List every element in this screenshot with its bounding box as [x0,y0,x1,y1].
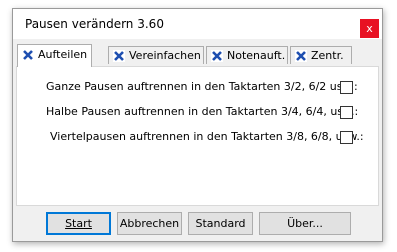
tab-label: Aufteilen [38,48,88,61]
option-label-ganze-pausen: Ganze Pausen auftrennen in den Taktarten… [46,80,358,93]
cancel-button[interactable]: Abbrechen [117,212,182,235]
title-bar: Pausen verändern 3.60 x [13,9,382,39]
window-title: Pausen verändern 3.60 [25,17,164,31]
tab-label: Notenauft. [227,49,286,62]
checkbox-halbe-pausen[interactable] [340,106,353,119]
option-label-viertelpausen: Viertelpausen auftrennen in den Taktarte… [50,130,364,143]
x-icon [211,50,223,62]
dialog-window: Pausen verändern 3.60 x Aufteilen Verein… [12,8,383,242]
tab-panel-aufteilen: Ganze Pausen auftrennen in den Taktarten… [16,66,379,206]
start-button-label: Start [65,217,92,230]
tab-label: Vereinfachen [129,49,201,62]
start-button[interactable]: Start [46,212,111,235]
x-icon [113,50,125,62]
checkbox-ganze-pausen[interactable] [340,81,353,94]
tab-zentr[interactable]: Zentr. [290,46,352,64]
option-label-halbe-pausen: Halbe Pausen auftrennen in den Taktarten… [46,105,359,118]
checkbox-viertelpausen[interactable] [340,131,353,144]
tab-label: Zentr. [311,49,344,62]
tab-notenauft[interactable]: Notenauft. [206,46,288,64]
x-icon [22,49,34,61]
tab-bar: Aufteilen Vereinfachen Notenauft. Zentr. [13,39,382,67]
about-button[interactable]: Über... [259,212,351,235]
close-button[interactable]: x [360,19,379,38]
tab-aufteilen[interactable]: Aufteilen [17,44,92,67]
tab-vereinfachen[interactable]: Vereinfachen [108,46,204,64]
x-icon [295,50,307,62]
standard-button[interactable]: Standard [188,212,253,235]
